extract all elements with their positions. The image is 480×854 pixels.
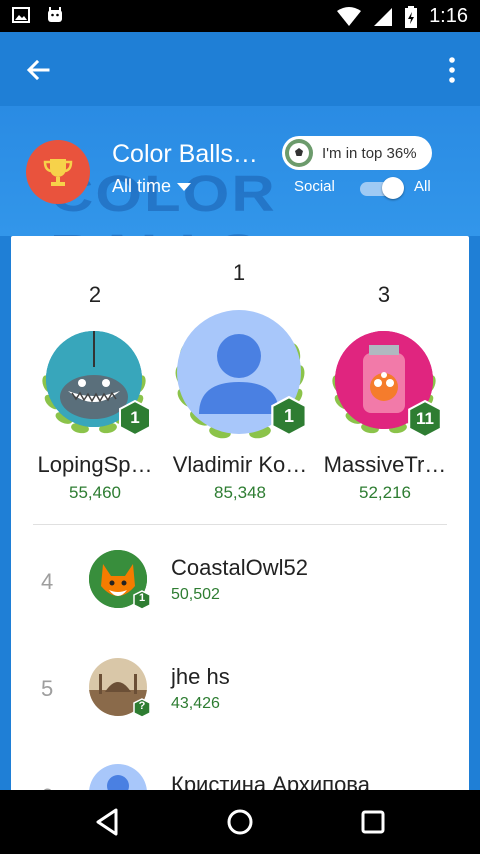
rank-text: I'm in top 36% xyxy=(322,144,417,162)
level-number: 11 xyxy=(416,409,434,428)
row-rank: 5 xyxy=(41,676,54,701)
list-item[interactable]: 4 1 CoastalOwl52 50,502 xyxy=(11,534,469,634)
row-rank: 4 xyxy=(41,569,54,594)
rank-badge[interactable]: I'm in top 36% xyxy=(282,136,432,170)
home-nav-icon[interactable] xyxy=(224,806,256,838)
podium-rank: 3 xyxy=(377,282,391,307)
level-number: 1 xyxy=(283,406,294,426)
clock: 1:16 xyxy=(429,5,468,27)
system-nav-bar xyxy=(0,790,480,854)
podium-name: LopingSp… xyxy=(37,452,153,477)
row-score: 50,502 xyxy=(171,586,220,603)
leaderboard-card: 2 1 LopingSp… 55,460 1 1 Vladimir Ko… 85… xyxy=(11,236,469,806)
divider xyxy=(33,524,447,525)
level-number: ? xyxy=(138,700,146,712)
gallery-icon xyxy=(12,7,30,23)
podium-name: MassiveTr… xyxy=(323,452,447,477)
list-item[interactable]: 5 ? jhe hs 43,426 xyxy=(11,642,469,742)
dropdown-arrow-icon xyxy=(177,182,192,191)
time-filter-dropdown[interactable]: All time xyxy=(112,176,192,197)
recents-nav-icon[interactable] xyxy=(357,806,389,838)
podium-score: 52,216 xyxy=(359,483,411,502)
podium-rank: 2 xyxy=(88,282,102,307)
podium-score: 55,460 xyxy=(69,483,121,502)
podium-rank: 1 xyxy=(232,260,246,285)
level-number: 1 xyxy=(130,408,140,427)
status-bar: 1:16 xyxy=(0,0,480,32)
social-label: Social xyxy=(294,178,335,195)
soccer-ball-icon xyxy=(285,139,313,167)
row-name: CoastalOwl52 xyxy=(171,555,308,580)
more-vert-icon[interactable] xyxy=(442,54,462,86)
row-score: 43,426 xyxy=(171,695,220,712)
android-icon xyxy=(48,7,62,22)
toggle-thumb[interactable] xyxy=(382,177,404,199)
signal-icon xyxy=(374,7,393,26)
level-number: 1 xyxy=(138,592,146,604)
back-arrow-icon[interactable] xyxy=(22,54,54,86)
leaderboard-header: COLOR BALLS Color Balls… All time I'm in… xyxy=(0,106,480,236)
podium-score: 85,348 xyxy=(214,483,266,502)
app-bar xyxy=(0,32,480,106)
wifi-icon xyxy=(337,6,362,26)
back-nav-icon[interactable] xyxy=(92,806,124,838)
all-label: All xyxy=(414,178,431,195)
game-title: Color Balls… xyxy=(112,140,258,168)
row-name: jhe hs xyxy=(171,664,230,689)
trophy-icon xyxy=(26,140,90,204)
time-filter-label: All time xyxy=(112,176,172,196)
podium-name: Vladimir Ko… xyxy=(172,452,308,477)
battery-icon xyxy=(405,5,418,28)
